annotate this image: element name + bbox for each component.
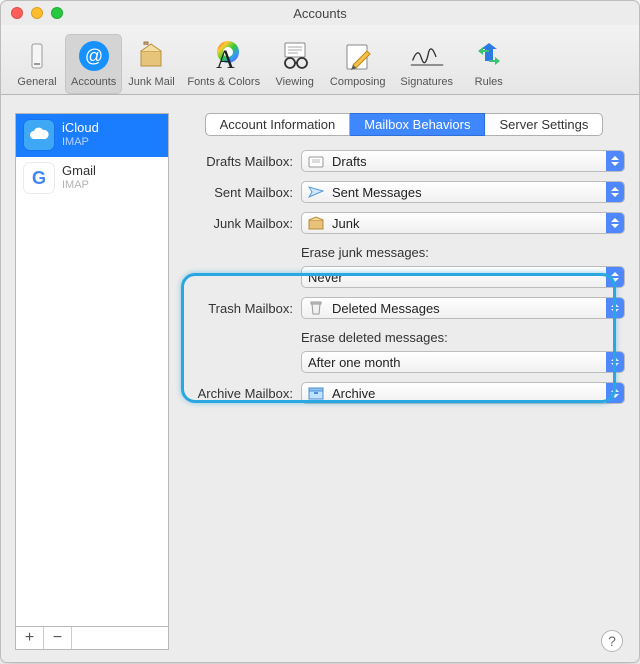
select-drafts-mailbox[interactable]: Drafts (301, 150, 625, 172)
row-trash: Trash Mailbox: Deleted Messages (183, 297, 625, 319)
svg-text:@: @ (84, 46, 102, 66)
chevron-updown-icon (606, 213, 624, 233)
settings-panel: Account Information Mailbox Behaviors Se… (183, 113, 625, 650)
help-icon: ? (608, 633, 616, 649)
account-protocol: IMAP (62, 136, 99, 149)
settings-tabs: Account Information Mailbox Behaviors Se… (205, 113, 604, 136)
add-account-button[interactable]: + (16, 627, 44, 649)
junk-folder-icon (308, 216, 324, 230)
sent-folder-icon (308, 185, 324, 199)
select-value: Archive (332, 386, 375, 401)
account-item-icloud[interactable]: iCloud IMAP (16, 114, 168, 157)
archive-folder-icon (308, 386, 324, 400)
help-button[interactable]: ? (601, 630, 623, 652)
select-value: Sent Messages (332, 185, 422, 200)
chevron-updown-icon (606, 267, 624, 287)
content-area: iCloud IMAP G Gmail IMAP + (1, 95, 639, 664)
tab-account-information[interactable]: Account Information (205, 113, 351, 136)
label-archive: Archive Mailbox: (183, 386, 293, 401)
svg-text:G: G (32, 168, 46, 188)
select-junk-mailbox[interactable]: Junk (301, 212, 625, 234)
toolbar-label: Composing (330, 76, 386, 88)
viewing-icon (277, 38, 313, 74)
composing-icon (340, 38, 376, 74)
general-icon (19, 38, 55, 74)
drafts-folder-icon (308, 154, 324, 168)
row-drafts: Drafts Mailbox: Drafts (183, 150, 625, 172)
select-value: Drafts (332, 154, 367, 169)
toolbar-item-composing[interactable]: Composing (323, 34, 393, 94)
accounts-list[interactable]: iCloud IMAP G Gmail IMAP (15, 113, 169, 626)
select-trash-mailbox[interactable]: Deleted Messages (301, 297, 625, 319)
account-name: iCloud (62, 121, 99, 136)
chevron-updown-icon (606, 182, 624, 202)
junk-mail-icon (133, 38, 169, 74)
select-sent-mailbox[interactable]: Sent Messages (301, 181, 625, 203)
toolbar-label: Viewing (276, 76, 314, 88)
toolbar-label: Signatures (400, 76, 453, 88)
chevron-updown-icon (606, 298, 624, 318)
preferences-toolbar: General @ Accounts Junk Mail A F (1, 25, 639, 95)
toolbar-item-general[interactable]: General (9, 34, 65, 94)
fonts-colors-icon: A (206, 38, 242, 74)
toolbar-item-viewing[interactable]: Viewing (267, 34, 323, 94)
toolbar-label: Junk Mail (128, 76, 174, 88)
signatures-icon (409, 38, 445, 74)
account-item-gmail[interactable]: G Gmail IMAP (16, 157, 168, 200)
remove-account-button[interactable]: − (44, 627, 72, 649)
row-junk: Junk Mailbox: Junk (183, 212, 625, 234)
row-erase-junk: Never (183, 266, 625, 288)
toolbar-label: Accounts (71, 76, 116, 88)
chevron-updown-icon (606, 151, 624, 171)
window-zoom-button[interactable] (51, 7, 63, 19)
preferences-window: Accounts General @ Accounts Junk Mail (0, 0, 640, 663)
row-sent: Sent Mailbox: Sent Messages (183, 181, 625, 203)
select-archive-mailbox[interactable]: Archive (301, 382, 625, 404)
account-protocol: IMAP (62, 179, 96, 192)
mailbox-behaviors-form: Drafts Mailbox: Drafts Sent Mailbox: Sen… (183, 150, 625, 413)
select-value: Junk (332, 216, 359, 231)
titlebar: Accounts (1, 1, 639, 25)
label-junk: Junk Mailbox: (183, 216, 293, 231)
traffic-lights (11, 7, 63, 19)
chevron-updown-icon (606, 383, 624, 403)
toolbar-item-accounts[interactable]: @ Accounts (65, 34, 122, 94)
gmail-icon: G (24, 163, 54, 193)
toolbar-label: General (17, 76, 56, 88)
select-value: After one month (308, 355, 401, 370)
accounts-icon: @ (76, 38, 112, 74)
window-minimize-button[interactable] (31, 7, 43, 19)
trash-folder-icon (308, 301, 324, 315)
toolbar-item-fonts-colors[interactable]: A Fonts & Colors (181, 34, 267, 94)
label-trash: Trash Mailbox: (183, 301, 293, 316)
label-drafts: Drafts Mailbox: (183, 154, 293, 169)
select-erase-junk[interactable]: Never (301, 266, 625, 288)
select-erase-deleted[interactable]: After one month (301, 351, 625, 373)
row-erase-deleted: After one month (183, 351, 625, 373)
tab-mailbox-behaviors[interactable]: Mailbox Behaviors (350, 113, 485, 136)
window-close-button[interactable] (11, 7, 23, 19)
accounts-sidebar-wrap: iCloud IMAP G Gmail IMAP + (15, 113, 169, 650)
rules-icon (471, 38, 507, 74)
toolbar-item-signatures[interactable]: Signatures (393, 34, 461, 94)
tab-server-settings[interactable]: Server Settings (485, 113, 603, 136)
label-erase-deleted: Erase deleted messages: (301, 330, 625, 345)
chevron-updown-icon (606, 352, 624, 372)
account-name: Gmail (62, 164, 96, 179)
accounts-list-footer: + − (15, 626, 169, 650)
select-value: Deleted Messages (332, 301, 440, 316)
select-value: Never (308, 270, 343, 285)
svg-text:A: A (216, 45, 235, 74)
window-title: Accounts (293, 6, 346, 21)
label-erase-junk: Erase junk messages: (301, 245, 625, 260)
icloud-icon (24, 120, 54, 150)
toolbar-item-junk-mail[interactable]: Junk Mail (122, 34, 180, 94)
toolbar-label: Rules (475, 76, 503, 88)
toolbar-item-rules[interactable]: Rules (461, 34, 517, 94)
toolbar-label: Fonts & Colors (187, 76, 260, 88)
label-sent: Sent Mailbox: (183, 185, 293, 200)
row-archive: Archive Mailbox: Archive (183, 382, 625, 404)
